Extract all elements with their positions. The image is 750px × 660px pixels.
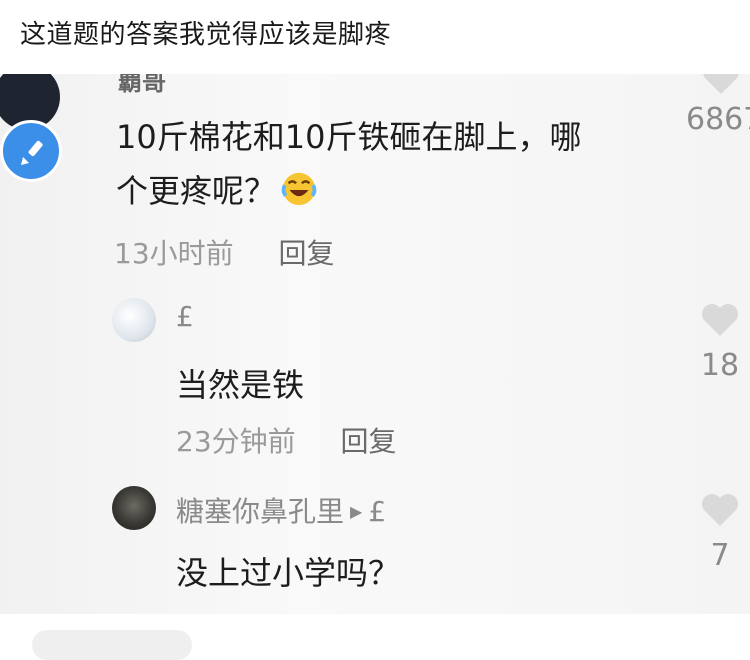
reply-reply-button[interactable]: 回复 (341, 425, 397, 458)
reply-text: 当然是铁 (176, 366, 305, 404)
heart-icon (702, 494, 738, 526)
heart-icon (703, 74, 739, 94)
heart-icon (702, 304, 738, 336)
main-comment-meta: 13小时前 回复 (114, 232, 335, 272)
reply-target-username[interactable]: £ (368, 495, 386, 528)
reply-username[interactable]: 糖塞你鼻孔里 (176, 495, 344, 528)
main-comment-like[interactable]: 6867 (686, 74, 750, 137)
main-comment-like-count: 6867 (686, 102, 750, 137)
laughing-emoji-icon (281, 172, 317, 206)
reply-like[interactable]: 18 (694, 302, 746, 383)
main-comment-line2: 个更疼呢？ (116, 172, 277, 210)
main-comment-line1: 10斤棉花和10斤铁砸在脚上，哪 (116, 118, 582, 156)
reply-meta: 23分钟前 回复 (176, 420, 397, 460)
comment-screenshot: 覇哥 10斤棉花和10斤铁砸在脚上，哪 个更疼呢？ 13小时前 回复 6867 … (0, 74, 750, 614)
main-comment-username[interactable]: 覇哥 (118, 74, 166, 97)
main-comment-text: 10斤棉花和10斤铁砸在脚上，哪 个更疼呢？ (116, 110, 676, 218)
reply-like-count: 18 (700, 348, 740, 383)
bottom-action-pill[interactable] (32, 630, 192, 660)
main-comment-reply-button[interactable]: 回复 (279, 237, 335, 270)
main-comment-time: 13小时前 (114, 237, 234, 270)
reply-avatar[interactable] (112, 486, 156, 530)
reply-header: 糖塞你鼻孔里 ▶ £ (176, 490, 386, 530)
reply-text: 没上过小学吗？ (176, 554, 401, 592)
reply-username[interactable]: £ (176, 300, 194, 333)
reply-arrow-icon: ▶ (350, 502, 363, 521)
reply-avatar[interactable] (112, 298, 156, 342)
reply-time: 23分钟前 (176, 425, 296, 458)
brush-badge-icon (0, 120, 62, 182)
reply-like[interactable]: 7 (694, 492, 746, 573)
post-title: 这道题的答案我觉得应该是脚疼 (20, 20, 392, 50)
reply-like-count: 7 (710, 538, 730, 573)
